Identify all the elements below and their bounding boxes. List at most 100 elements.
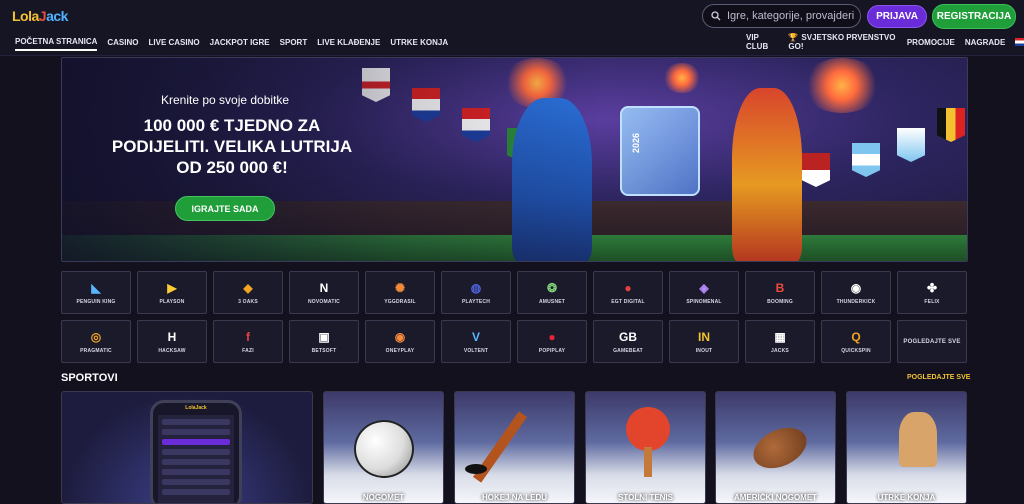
nav-home[interactable]: POČETNA STRANICA bbox=[15, 37, 98, 51]
provider-tile[interactable]: GB GAMEBEAT bbox=[593, 320, 663, 363]
provider-logo-icon: Q bbox=[851, 329, 861, 344]
provider-name: VOLTENT bbox=[463, 347, 489, 354]
search-input[interactable] bbox=[727, 10, 857, 22]
provider-tile[interactable]: ▶ PLAYSON bbox=[137, 271, 207, 314]
provider-logo-icon: ✤ bbox=[926, 280, 938, 295]
lolajack-logo[interactable]: Lola Jack bbox=[12, 4, 68, 28]
logo-part-3: ack bbox=[46, 8, 68, 24]
hero-title: 100 000 € TJEDNO ZA PODIJELITI. VELIKA L… bbox=[92, 115, 372, 178]
provider-tile[interactable]: ▦ JACKS bbox=[745, 320, 815, 363]
paddle-handle bbox=[644, 447, 652, 477]
provider-name: JACKS bbox=[771, 347, 789, 354]
trophy-icon: 🏆 bbox=[788, 33, 799, 42]
hero-title-line: OD 250 000 €! bbox=[176, 158, 288, 177]
nav-rewards[interactable]: NAGRADE bbox=[965, 38, 1005, 47]
football-icon bbox=[354, 420, 414, 478]
provider-name: PLAYTECH bbox=[461, 298, 491, 305]
sports-app-promo-card[interactable]: LolaJack bbox=[61, 391, 313, 504]
hero-subtitle: Krenite po svoje dobitke bbox=[161, 93, 290, 107]
logo-part-2: J bbox=[38, 8, 47, 24]
play-now-button[interactable]: IGRAJTE SADA bbox=[175, 196, 275, 221]
sport-card-label: UTRKE KONJA bbox=[877, 493, 936, 502]
sport-card-horse-racing[interactable]: UTRKE KONJA bbox=[846, 391, 967, 504]
sport-card-label: NOGOMET bbox=[362, 493, 405, 502]
nav-vip-club[interactable]: VIP CLUB bbox=[746, 33, 778, 51]
hero-title-line: 100 000 € TJEDNO ZA bbox=[143, 116, 321, 135]
provider-tile[interactable]: ◉ THUNDERKICK bbox=[821, 271, 891, 314]
provider-tile[interactable]: ◈ SPINOMENAL bbox=[669, 271, 739, 314]
nav-sport[interactable]: SPORT bbox=[280, 38, 308, 47]
provider-logo-icon: ◆ bbox=[243, 280, 253, 295]
sport-card-label: HOKEJ NA LEDU bbox=[481, 493, 548, 502]
provider-tile[interactable]: Q QUICKSPIN bbox=[821, 320, 891, 363]
provider-tile[interactable]: ▣ BETSOFT bbox=[289, 320, 359, 363]
provider-name: HACKSAW bbox=[158, 347, 186, 354]
provider-logo-icon: GB bbox=[619, 329, 637, 344]
provider-tile[interactable]: ✤ FELIX bbox=[897, 271, 967, 314]
sports-section-title: SPORTOVI bbox=[61, 372, 118, 384]
nav-casino[interactable]: CASINO bbox=[107, 38, 138, 47]
provider-name: EGT DIGITAL bbox=[611, 298, 645, 305]
provider-name: PLAYSON bbox=[159, 298, 185, 305]
provider-name: GAMEBEAT bbox=[613, 347, 643, 354]
table-tennis-paddle-icon bbox=[626, 407, 670, 451]
provider-tile[interactable]: ◣ PENGUIN KING bbox=[61, 271, 131, 314]
sport-card-football[interactable]: NOGOMET bbox=[323, 391, 444, 504]
provider-tile[interactable]: ● EGT DIGITAL bbox=[593, 271, 663, 314]
phone-logo: LolaJack bbox=[185, 405, 207, 411]
provider-tile[interactable]: N NOVOMATIC bbox=[289, 271, 359, 314]
logo-part-1: Lola bbox=[12, 8, 39, 24]
nav-live-betting[interactable]: LIVE KLAĐENJE bbox=[317, 38, 380, 47]
provider-tile[interactable]: ◉ ONEYPLAY bbox=[365, 320, 435, 363]
provider-tile[interactable]: IN INOUT bbox=[669, 320, 739, 363]
provider-logo-icon: ● bbox=[548, 329, 556, 344]
provider-name: FAZI bbox=[242, 347, 254, 354]
nav-jackpot[interactable]: JACKPOT IGRE bbox=[210, 38, 270, 47]
provider-name: POPIPLAY bbox=[538, 347, 566, 354]
sports-view-all-link[interactable]: POGLEDAJTE SVE bbox=[907, 374, 970, 381]
provider-tile[interactable]: H HACKSAW bbox=[137, 320, 207, 363]
provider-tile[interactable]: f FAZI bbox=[213, 320, 283, 363]
search-box[interactable] bbox=[702, 4, 861, 28]
provider-name: 3 OAKS bbox=[238, 298, 258, 305]
nav-world-cup[interactable]: 🏆 SVJETSKO PRVENSTVO GO! bbox=[788, 33, 896, 51]
providers-view-all-tile[interactable]: POGLEDAJTE SVE bbox=[897, 320, 967, 363]
provider-tile[interactable]: B BOOMING bbox=[745, 271, 815, 314]
provider-name: POGLEDAJTE SVE bbox=[903, 338, 961, 345]
provider-tile[interactable]: ◆ 3 OAKS bbox=[213, 271, 283, 314]
provider-logo-icon: ◉ bbox=[394, 329, 406, 344]
register-button[interactable]: REGISTRACIJA bbox=[932, 4, 1016, 29]
provider-tile[interactable]: ◎ PRAGMATIC bbox=[61, 320, 131, 363]
phone-screen bbox=[158, 415, 234, 503]
provider-name: PRAGMATIC bbox=[80, 347, 112, 354]
provider-logo-icon: ◉ bbox=[850, 280, 862, 295]
provider-logo-icon: ● bbox=[624, 280, 632, 295]
sport-card-ice-hockey[interactable]: HOKEJ NA LEDU bbox=[454, 391, 575, 504]
sport-card-american-football[interactable]: AMERIČKI NOGOMET bbox=[715, 391, 836, 504]
provider-name: ONEYPLAY bbox=[385, 347, 415, 354]
provider-tile[interactable]: ✺ YGGDRASIL bbox=[365, 271, 435, 314]
provider-name: FELIX bbox=[924, 298, 940, 305]
language-flag-icon[interactable] bbox=[1015, 38, 1024, 46]
provider-name: NOVOMATIC bbox=[308, 298, 340, 305]
provider-logo-icon: ◍ bbox=[470, 280, 482, 295]
provider-name: INOUT bbox=[695, 347, 713, 354]
provider-logo-icon: ▶ bbox=[167, 280, 177, 295]
sport-card-table-tennis[interactable]: STOLNI TENIS bbox=[585, 391, 706, 504]
nav-live-casino[interactable]: LIVE CASINO bbox=[149, 38, 200, 47]
provider-tile[interactable]: ❂ AMUSNET bbox=[517, 271, 587, 314]
nav-horse-racing[interactable]: UTRKE KONJA bbox=[390, 38, 448, 47]
provider-tile[interactable]: V VOLTENT bbox=[441, 320, 511, 363]
hockey-puck-icon bbox=[465, 464, 487, 474]
provider-logo-icon: V bbox=[471, 329, 480, 344]
login-button[interactable]: PRIJAVA bbox=[867, 5, 927, 28]
sport-card-label: STOLNI TENIS bbox=[618, 493, 673, 502]
provider-logo-icon: ▣ bbox=[318, 329, 330, 344]
provider-logo-icon: ❂ bbox=[546, 280, 558, 295]
nav-world-cup-label: SVJETSKO PRVENSTVO GO! bbox=[788, 33, 896, 51]
provider-tile[interactable]: ● POPIPLAY bbox=[517, 320, 587, 363]
provider-logo-icon: IN bbox=[698, 329, 710, 344]
nav-promotions[interactable]: PROMOCIJE bbox=[907, 38, 955, 47]
secondary-nav: VIP CLUB 🏆 SVJETSKO PRVENSTVO GO! PROMOCI… bbox=[746, 33, 1024, 51]
provider-tile[interactable]: ◍ PLAYTECH bbox=[441, 271, 511, 314]
